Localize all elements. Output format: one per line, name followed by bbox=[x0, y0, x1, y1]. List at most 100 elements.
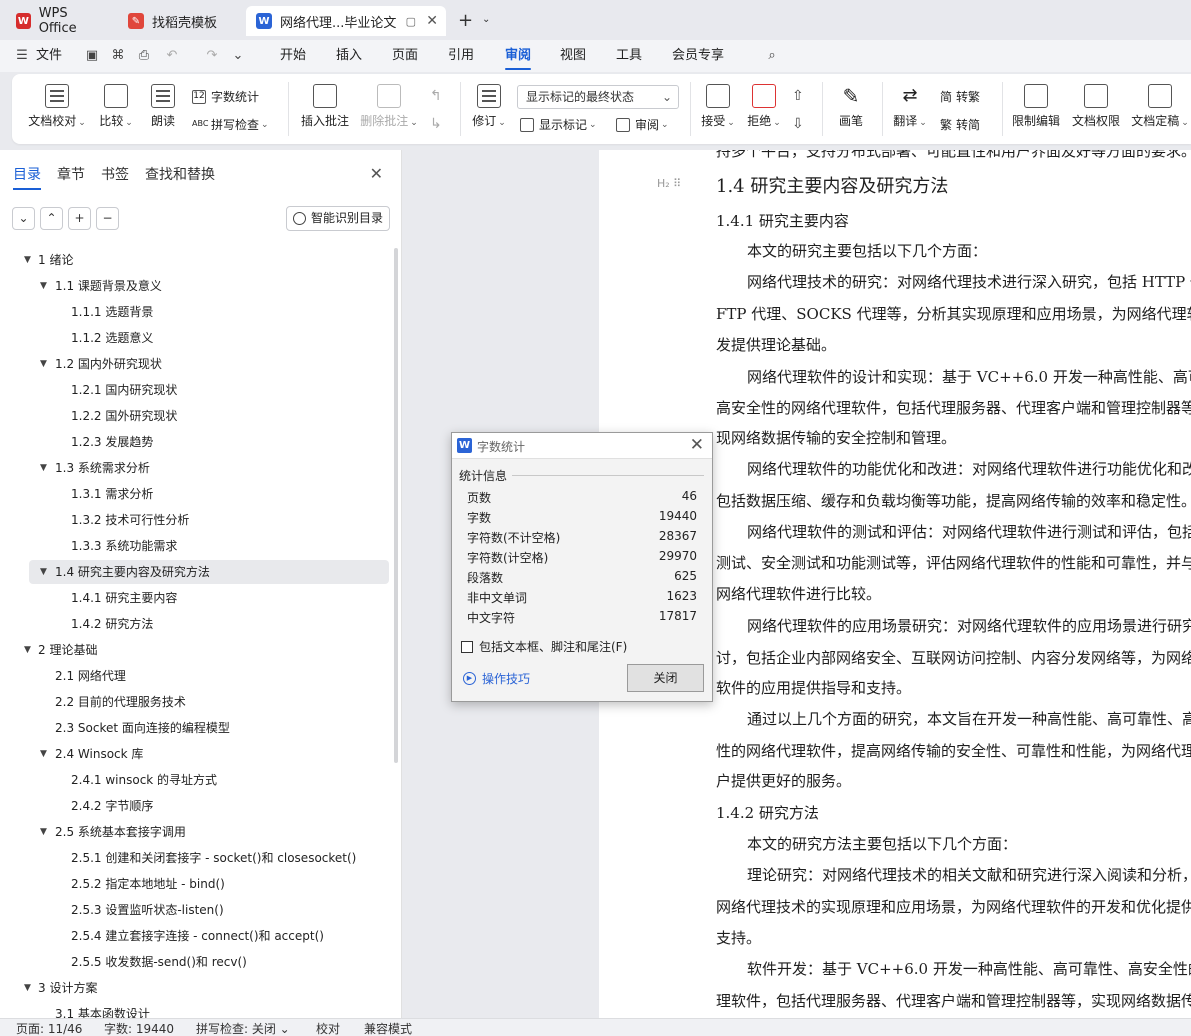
close-icon[interactable]: ✕ bbox=[370, 164, 383, 183]
toc-item[interactable]: 2.2 目前的代理服务技术 bbox=[0, 690, 392, 714]
expand-toggle-icon[interactable]: ▼ bbox=[24, 248, 31, 272]
toc-item[interactable]: 1.3.2 技术可行性分析 bbox=[0, 508, 392, 532]
add-tab-button[interactable]: + bbox=[458, 10, 473, 31]
toc-item[interactable]: 1.1.1 选题背景 bbox=[0, 300, 392, 324]
smart-toc-button[interactable]: 智能识别目录 bbox=[286, 206, 390, 231]
include-textbox-checkbox[interactable]: 包括文本框、脚注和尾注(F) bbox=[461, 638, 627, 655]
delete-comment-button[interactable]: 删除批注 ⌄ bbox=[358, 84, 420, 129]
toc-item[interactable]: 2.4.2 字节顺序 bbox=[0, 794, 392, 818]
menu-reference[interactable]: 引用 bbox=[448, 40, 474, 72]
heading-level-marker[interactable]: H₂ ⠿ bbox=[657, 177, 681, 190]
spell-check-button[interactable]: ABC 拼写检查 ⌄ bbox=[192, 116, 269, 133]
prev-change-icon[interactable]: ⇧ bbox=[792, 88, 804, 104]
next-change-icon[interactable]: ⇩ bbox=[792, 116, 804, 132]
toc-item[interactable]: 1.2.2 国外研究现状 bbox=[0, 404, 392, 428]
close-button[interactable]: 关闭 bbox=[627, 664, 704, 692]
toc-item[interactable]: 3.1 基本函数设计 bbox=[0, 1002, 392, 1018]
revise-button[interactable]: 修订 ⌄ bbox=[470, 84, 508, 129]
toc-scrollbar[interactable] bbox=[394, 248, 398, 763]
expand-toggle-icon[interactable]: ▼ bbox=[40, 560, 47, 584]
expand-toggle-icon[interactable]: ▼ bbox=[40, 820, 47, 844]
tab-document[interactable]: W 网络代理...毕业论文 ▢ ✕ bbox=[246, 6, 446, 36]
menu-start[interactable]: 开始 bbox=[280, 40, 306, 72]
toc-item[interactable]: ▼ 1.1 课题背景及意义 bbox=[0, 274, 392, 298]
toc-item[interactable]: 1.2.3 发展趋势 bbox=[0, 430, 392, 454]
word-count-button[interactable]: 12 字数统计 bbox=[192, 88, 259, 105]
menu-view[interactable]: 视图 bbox=[560, 40, 586, 72]
expand-toggle-icon[interactable]: ▼ bbox=[40, 742, 47, 766]
restrict-edit-button[interactable]: 限制编辑 bbox=[1010, 84, 1062, 129]
tips-link[interactable]: ▶ 操作技巧 bbox=[463, 670, 530, 687]
toc-item[interactable]: ▼ 1.4 研究主要内容及研究方法 bbox=[29, 560, 389, 584]
menu-insert[interactable]: 插入 bbox=[336, 40, 362, 72]
toc-item[interactable]: 2.1 网络代理 bbox=[0, 664, 392, 688]
close-icon[interactable]: ✕ bbox=[426, 13, 438, 29]
toc-item[interactable]: 1.3.3 系统功能需求 bbox=[0, 534, 392, 558]
toc-item[interactable]: ▼ 1.3 系统需求分析 bbox=[0, 456, 392, 480]
menu-review[interactable]: 审阅 bbox=[505, 40, 532, 72]
redo-icon[interactable]: ↷ bbox=[204, 48, 220, 64]
tab-toc[interactable]: 目录 bbox=[13, 164, 41, 190]
menu-page[interactable]: 页面 bbox=[392, 40, 418, 72]
toc-item[interactable]: 2.5.1 创建和关闭套接字 - socket()和 closesocket() bbox=[0, 846, 392, 870]
page-indicator[interactable]: 页面: 11/46 bbox=[16, 1020, 82, 1036]
menu-tools[interactable]: 工具 bbox=[616, 40, 642, 72]
toc-item[interactable]: 2.4.1 winsock 的寻址方式 bbox=[0, 768, 392, 792]
window-icon[interactable]: ▢ bbox=[406, 15, 416, 28]
expand-toggle-icon[interactable]: ▼ bbox=[40, 352, 47, 376]
pen-button[interactable]: ✎ 画笔 bbox=[832, 84, 870, 129]
tab-bookmarks[interactable]: 书签 bbox=[101, 164, 129, 184]
toc-item[interactable]: 2.5.2 指定本地地址 - bind() bbox=[0, 872, 392, 896]
expand-toggle-icon[interactable]: ▼ bbox=[40, 456, 47, 480]
toc-item[interactable]: 1.2.1 国内研究现状 bbox=[0, 378, 392, 402]
reject-button[interactable]: 拒绝 ⌄ bbox=[744, 84, 784, 129]
accept-button[interactable]: 接受 ⌄ bbox=[698, 84, 738, 129]
compare-button[interactable]: 比较 ⌄ bbox=[96, 84, 136, 129]
toc-item[interactable]: 1.3.1 需求分析 bbox=[0, 482, 392, 506]
toc-item[interactable]: 2.5.4 建立套接字连接 - connect()和 accept() bbox=[0, 924, 392, 948]
toc-item[interactable]: 2.5.3 设置监听状态-listen() bbox=[0, 898, 392, 922]
close-icon[interactable]: ✕ bbox=[690, 435, 704, 455]
toc-item[interactable]: ▼ 1.2 国内外研究现状 bbox=[0, 352, 392, 376]
menu-member[interactable]: 会员专享 bbox=[672, 40, 724, 72]
proof-button[interactable]: 校对 bbox=[316, 1020, 340, 1036]
doc-finalize-button[interactable]: 文档定稿 ⌄ bbox=[1130, 84, 1190, 129]
tab-docer[interactable]: ✎ 找稻壳模板 bbox=[118, 6, 242, 36]
next-comment-icon[interactable]: ↳ bbox=[430, 116, 442, 132]
menu-file[interactable]: 文件 bbox=[36, 40, 62, 72]
toc-item[interactable]: ▼ 2.5 系统基本套接字调用 bbox=[0, 820, 392, 844]
tab-wps-office[interactable]: W WPS Office bbox=[6, 6, 114, 36]
toc-item[interactable]: 2.5.5 收发数据-send()和 recv() bbox=[0, 950, 392, 974]
to-traditional-button[interactable]: 简 转繁 bbox=[940, 88, 980, 105]
show-markup-button[interactable]: 显示标记 ⌄ bbox=[520, 116, 597, 133]
chevron-down-icon[interactable]: ⌄ bbox=[230, 48, 246, 64]
to-simplified-button[interactable]: 繁 转简 bbox=[940, 116, 980, 133]
toc-item[interactable]: ▼ 1 绪论 bbox=[0, 248, 392, 272]
prev-comment-icon[interactable]: ↰ bbox=[430, 88, 442, 104]
toc-item[interactable]: 1.4.1 研究主要内容 bbox=[0, 586, 392, 610]
expand-toggle-icon[interactable]: ▼ bbox=[24, 976, 31, 1000]
toc-item[interactable]: 2.3 Socket 面向连接的编程模型 bbox=[0, 716, 392, 740]
tab-find-replace[interactable]: 查找和替换 bbox=[145, 164, 215, 184]
print-preview-icon[interactable]: ⎙ bbox=[136, 48, 152, 64]
toc-item[interactable]: ▼ 2 理论基础 bbox=[0, 638, 392, 662]
spell-check-status[interactable]: 拼写检查: 关闭 ⌄ bbox=[196, 1020, 290, 1036]
chevron-down-icon[interactable]: ⌄ bbox=[482, 14, 490, 25]
expand-button[interactable]: ⌃ bbox=[40, 207, 63, 230]
checkbox-box[interactable] bbox=[461, 640, 473, 653]
save-icon[interactable]: ▣ bbox=[84, 48, 100, 64]
expand-toggle-icon[interactable]: ▼ bbox=[40, 274, 47, 298]
doc-permission-button[interactable]: 文档权限 bbox=[1070, 84, 1122, 129]
translate-button[interactable]: ⇄ 翻译 ⌄ bbox=[890, 84, 930, 129]
toc-item[interactable]: 1.1.2 选题意义 bbox=[0, 326, 392, 350]
expand-toggle-icon[interactable]: ▼ bbox=[24, 638, 31, 662]
review-pane-button[interactable]: 审阅 ⌄ bbox=[616, 116, 669, 133]
toc-item[interactable]: 1.4.2 研究方法 bbox=[0, 612, 392, 636]
markup-state-select[interactable]: 显示标记的最终状态 ⌄ bbox=[517, 85, 679, 109]
collapse-button[interactable]: ⌄ bbox=[12, 207, 35, 230]
read-aloud-button[interactable]: 朗读 bbox=[146, 84, 180, 129]
doc-check-button[interactable]: 文档校对 ⌄ bbox=[28, 84, 86, 129]
add-heading-button[interactable]: + bbox=[68, 207, 91, 230]
hamburger-icon[interactable]: ☰ bbox=[14, 48, 30, 64]
tab-chapters[interactable]: 章节 bbox=[57, 164, 85, 184]
